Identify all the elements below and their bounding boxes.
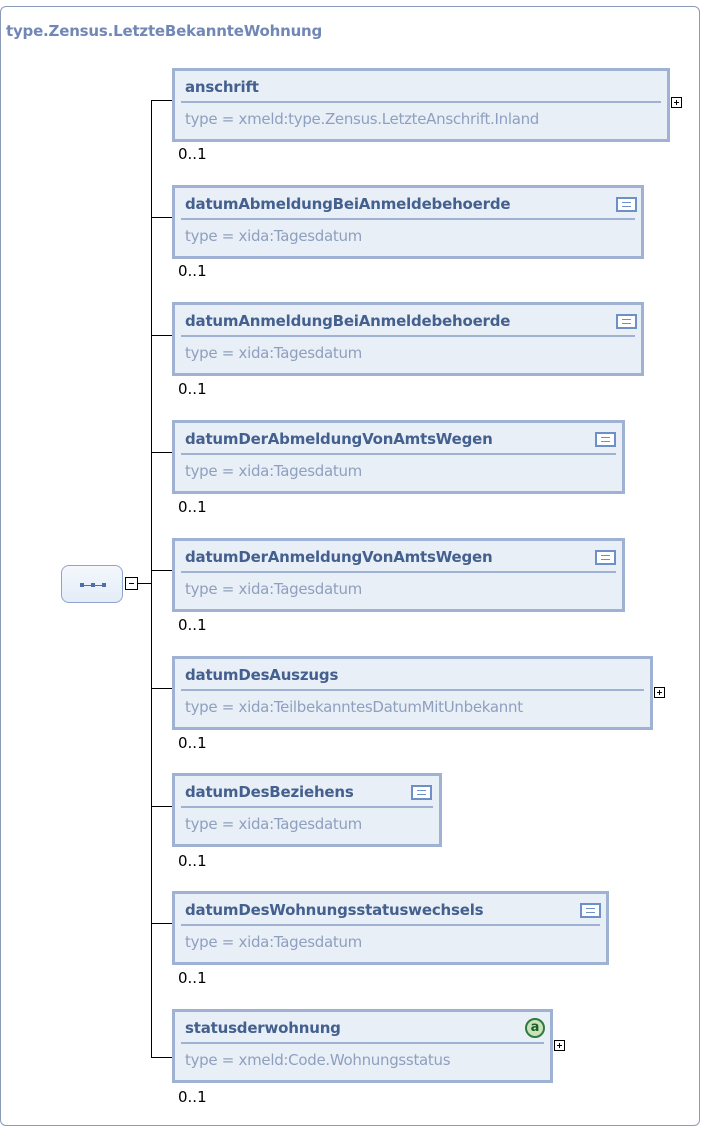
expand-plus-icon[interactable] (671, 97, 682, 108)
branch-line (151, 806, 172, 807)
element-name: datumDesWohnungsstatuswechsels (185, 901, 484, 919)
element-type: type = xida:Tagesdatum (185, 462, 362, 480)
element-type: type = xida:Tagesdatum (185, 344, 362, 362)
attribute-icon: a (525, 1018, 545, 1038)
spine-line (151, 100, 152, 1058)
connector-line (138, 583, 151, 584)
element-datumAnmeldungBeiAnmeldebehoerde[interactable]: datumAnmeldungBeiAnmeldebehoerde type = … (172, 302, 644, 376)
element-name: datumDesBeziehens (185, 783, 354, 801)
element-type: type = xida:Tagesdatum (185, 933, 362, 951)
documentation-icon (580, 903, 601, 918)
element-separator (181, 101, 661, 103)
complex-type-title: type.Zensus.LetzteBekannteWohnung (6, 22, 323, 40)
documentation-icon (595, 550, 616, 565)
expand-plus-icon[interactable] (554, 1040, 565, 1051)
collapse-minus-icon[interactable] (125, 577, 138, 590)
documentation-icon (411, 785, 432, 800)
element-datumDesBeziehens[interactable]: datumDesBeziehens type = xida:Tagesdatum (172, 773, 442, 847)
element-statusderwohnung[interactable]: statusderwohnung a type = xmeld:Code.Woh… (172, 1009, 553, 1083)
branch-line (151, 688, 172, 689)
element-name: statusderwohnung (185, 1019, 341, 1037)
element-separator (181, 1042, 544, 1044)
element-type: type = xmeld:Code.Wohnungsstatus (185, 1051, 451, 1069)
cardinality-label: 0..1 (178, 380, 207, 398)
branch-line (151, 1057, 172, 1058)
element-type: type = xmeld:type.Zensus.LetzteAnschrift… (185, 110, 540, 128)
branch-line (151, 452, 172, 453)
element-datumDerAnmeldungVonAmtsWegen[interactable]: datumDerAnmeldungVonAmtsWegen type = xid… (172, 538, 625, 612)
sequence-icon (80, 583, 106, 587)
element-name: datumDesAuszugs (185, 666, 339, 684)
element-separator (181, 924, 600, 926)
element-separator (181, 335, 635, 337)
element-separator (181, 689, 644, 691)
documentation-icon (595, 432, 616, 447)
element-name: anschrift (185, 78, 259, 96)
element-name: datumDerAnmeldungVonAmtsWegen (185, 548, 493, 566)
expand-plus-icon[interactable] (654, 687, 665, 698)
cardinality-label: 0..1 (178, 616, 207, 634)
cardinality-label: 0..1 (178, 1088, 207, 1106)
element-name: datumAnmeldungBeiAnmeldebehoerde (185, 312, 511, 330)
cardinality-label: 0..1 (178, 969, 207, 987)
branch-line (151, 923, 172, 924)
cardinality-label: 0..1 (178, 498, 207, 516)
cardinality-label: 0..1 (178, 734, 207, 752)
element-anschrift[interactable]: anschrift type = xmeld:type.Zensus.Letzt… (172, 68, 670, 142)
element-datumAbmeldungBeiAnmeldebehoerde[interactable]: datumAbmeldungBeiAnmeldebehoerde type = … (172, 185, 644, 259)
branch-line (151, 217, 172, 218)
element-datumDesAuszugs[interactable]: datumDesAuszugs type = xida:Teilbekannte… (172, 656, 653, 730)
element-separator (181, 218, 635, 220)
element-separator (181, 806, 433, 808)
branch-line (151, 570, 172, 571)
element-type: type = xida:Tagesdatum (185, 227, 362, 245)
element-separator (181, 453, 616, 455)
element-name: datumAbmeldungBeiAnmeldebehoerde (185, 195, 511, 213)
element-type: type = xida:Tagesdatum (185, 815, 362, 833)
cardinality-label: 0..1 (178, 852, 207, 870)
element-type: type = xida:TeilbekanntesDatumMitUnbekan… (185, 698, 523, 716)
cardinality-label: 0..1 (178, 145, 207, 163)
element-name: datumDerAbmeldungVonAmtsWegen (185, 430, 493, 448)
documentation-icon (616, 314, 637, 329)
element-type: type = xida:Tagesdatum (185, 580, 362, 598)
branch-line (151, 100, 172, 101)
sequence-compositor[interactable] (61, 565, 123, 603)
element-datumDesWohnungsstatuswechsels[interactable]: datumDesWohnungsstatuswechsels type = xi… (172, 891, 609, 965)
documentation-icon (616, 197, 637, 212)
branch-line (151, 335, 172, 336)
element-datumDerAbmeldungVonAmtsWegen[interactable]: datumDerAbmeldungVonAmtsWegen type = xid… (172, 420, 625, 494)
cardinality-label: 0..1 (178, 262, 207, 280)
element-separator (181, 571, 616, 573)
